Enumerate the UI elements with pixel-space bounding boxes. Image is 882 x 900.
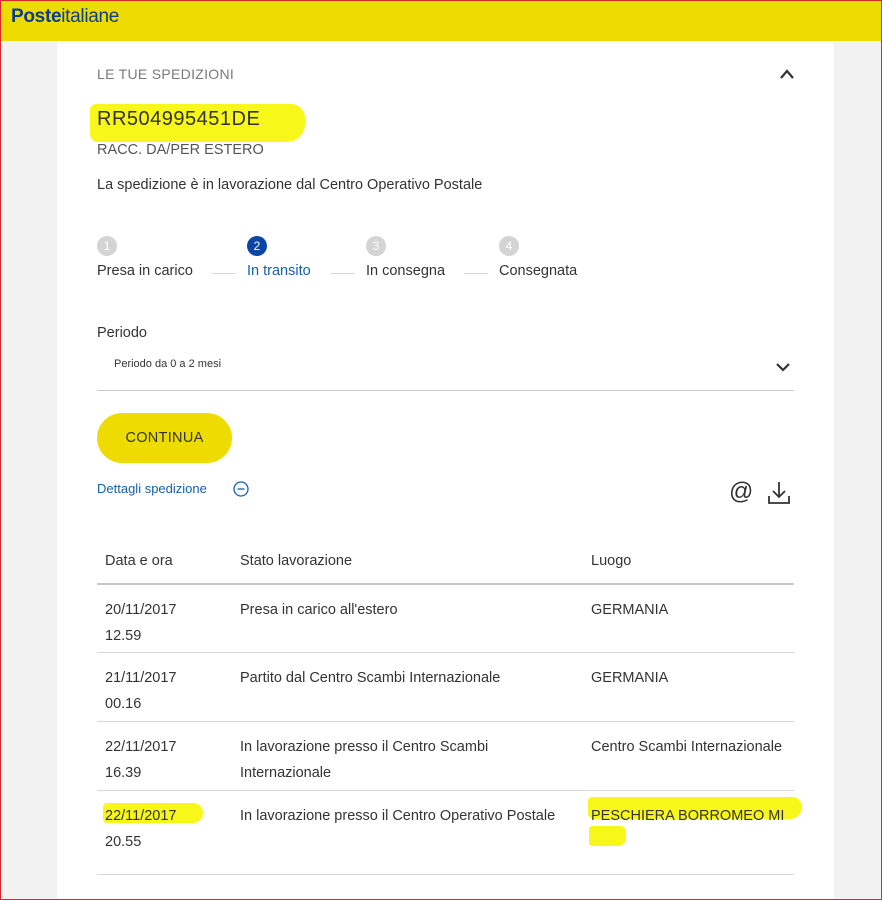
page-margin — [834, 41, 881, 900]
chevron-up-icon[interactable] — [778, 66, 796, 82]
place-cell: PESCHIERA BORROMEO MI — [591, 808, 785, 824]
highlight-mark — [589, 826, 626, 846]
table-row: 22/11/2017 16.39 In lavorazione presso il… — [97, 722, 794, 791]
step-number: 1 — [97, 236, 117, 256]
place-cell: GERMANIA — [591, 670, 669, 686]
step-label: Presa in carico — [97, 263, 193, 279]
step-label: Consegnata — [499, 263, 578, 279]
poste-italiane-logo[interactable]: Posteitaliane — [11, 6, 119, 28]
service-type: RACC. DA/PER ESTERO — [97, 142, 264, 158]
step-connector — [331, 273, 355, 274]
continue-button[interactable]: CONTINUA — [97, 413, 232, 463]
table-row: 20/11/2017 12.59 Presa in carico all'este… — [97, 585, 794, 653]
place-cell: Centro Scambi Internazionale — [591, 739, 783, 755]
date-cell: 21/11/2017 00.16 — [105, 670, 177, 712]
step-number: 3 — [366, 236, 386, 256]
step-number: 2 — [247, 236, 267, 256]
status-cell: In lavorazione presso il Centro Scambi I… — [240, 739, 489, 781]
step-2: 2 In transito — [247, 236, 311, 279]
date-cell: 20/11/2017 12.59 — [105, 602, 177, 644]
date-cell: 22/11/2017 20.55 — [105, 808, 177, 850]
column-header-status: Stato lavorazione — [240, 553, 353, 569]
shipment-details-link[interactable]: Dettagli spedizione — [97, 481, 207, 496]
step-connector — [464, 273, 488, 274]
step-1: 1 Presa in carico — [97, 236, 193, 279]
column-header-date: Data e ora — [105, 553, 173, 569]
chevron-down-icon[interactable] — [775, 360, 791, 374]
top-bar: Posteitaliane — [1, 1, 881, 41]
period-select-value: Periodo da 0 a 2 mesi — [114, 358, 222, 370]
section-title: LE TUE SPEDIZIONI — [97, 66, 235, 82]
status-cell: In lavorazione presso il Centro Operativ… — [240, 808, 556, 824]
place-cell: GERMANIA — [591, 602, 669, 618]
download-icon[interactable] — [767, 480, 791, 506]
step-label: In consegna — [366, 263, 446, 279]
period-select[interactable]: Periodo da 0 a 2 mesi — [97, 350, 794, 391]
step-number: 4 — [499, 236, 519, 256]
period-label: Periodo — [97, 325, 147, 341]
minus-circle-icon[interactable] — [233, 481, 249, 497]
status-message: La spedizione è in lavorazione dal Centr… — [97, 177, 483, 193]
date-cell: 22/11/2017 16.39 — [105, 739, 177, 781]
status-cell: Presa in carico all'estero — [240, 602, 398, 618]
table-row: 22/11/2017 20.55 In lavorazione presso il… — [97, 791, 794, 875]
step-connector — [212, 273, 236, 274]
tracking-table: Data e ora Stato lavorazione Luogo 20/11… — [97, 542, 794, 875]
step-4: 4 Consegnata — [499, 236, 577, 279]
step-label: In transito — [247, 263, 311, 279]
status-cell: Partito dal Centro Scambi Internazionale — [240, 670, 501, 686]
at-icon[interactable]: @ — [729, 479, 753, 505]
table-header: Data e ora Stato lavorazione Luogo — [97, 542, 794, 585]
step-3: 3 In consegna — [366, 236, 445, 279]
column-header-place: Luogo — [591, 553, 632, 569]
tracking-number: RR504995451DE — [97, 108, 261, 130]
table-row: 21/11/2017 00.16 Partito dal Centro Scamb… — [97, 653, 794, 722]
